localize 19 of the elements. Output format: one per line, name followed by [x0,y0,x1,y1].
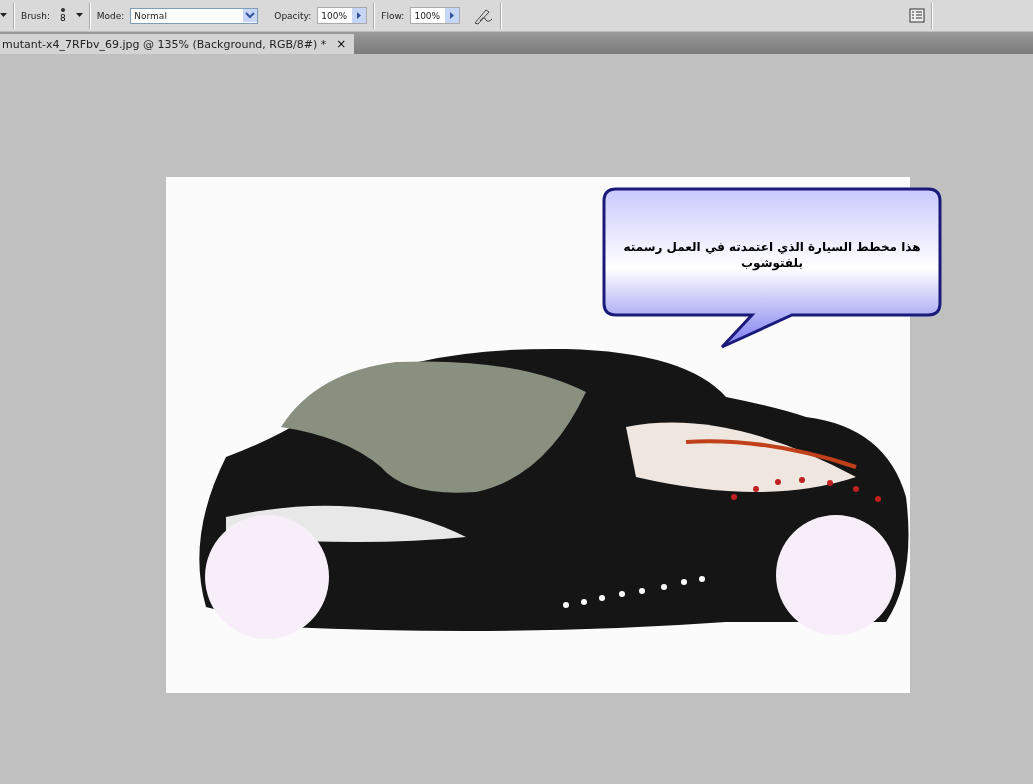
mode-label: Mode: [96,10,125,21]
brush-tip-icon [60,8,65,12]
dropdown-arrow-icon [243,9,258,22]
arrow-right-icon [352,8,367,23]
document-tab[interactable]: mutant-x4_7RFbv_69.jpg @ 135% (Background, RGB/8#) * × [0,34,355,54]
brush-picker[interactable]: 8 [56,8,70,23]
close-button[interactable]: × [334,37,349,51]
brush-label: Brush: [21,10,50,21]
palette-list-icon[interactable] [909,8,925,23]
document-title: mutant-x4_7RFbv_69.jpg @ 135% (Background, RGB/8#) * [2,37,327,51]
caret-icon[interactable] [0,13,7,18]
opacity-field[interactable]: 100% [317,7,368,24]
flow-field[interactable]: 100% [410,7,461,24]
caret-icon[interactable] [75,13,83,18]
mode-dropdown[interactable]: Normal [130,7,259,24]
speech-bubble-text: هذا مخطط السيارة الذي اعتمدته في العمل رسمته بلفتوشوب [622,239,922,272]
arrow-right-icon [445,8,460,23]
flow-label: Flow: [381,10,405,21]
opacity-label: Opacity: [274,10,312,21]
